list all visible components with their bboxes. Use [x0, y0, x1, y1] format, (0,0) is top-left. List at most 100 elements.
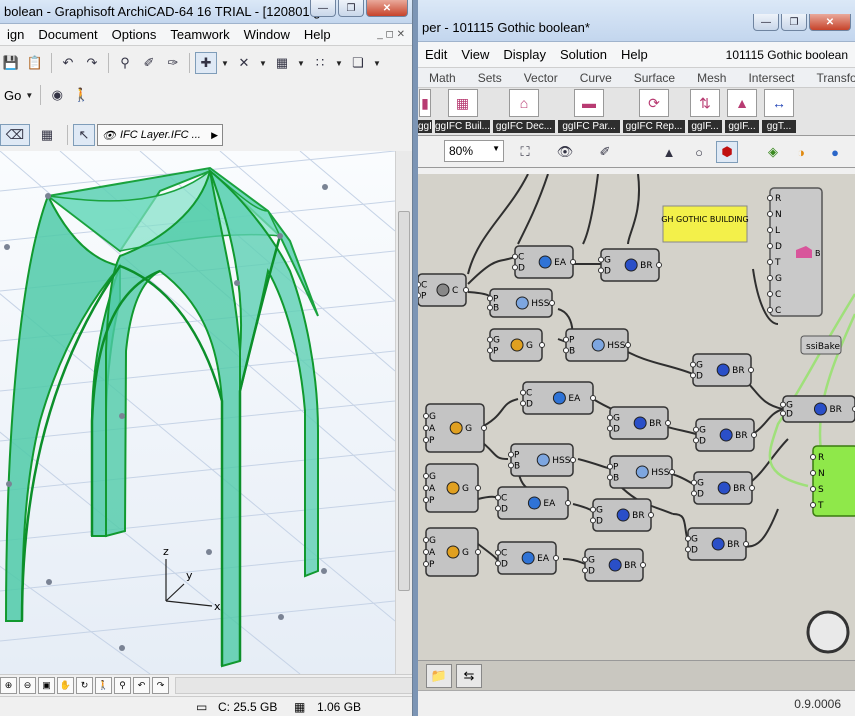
component-node[interactable]: CD EA — [495, 486, 571, 520]
input-grip[interactable] — [598, 256, 604, 263]
component-node[interactable]: CD EA — [512, 245, 576, 279]
input-grip[interactable] — [767, 307, 773, 313]
walk-icon[interactable]: 🚶 — [95, 677, 112, 694]
output-grip[interactable] — [539, 342, 545, 348]
input-grip[interactable] — [607, 425, 613, 432]
input-grip[interactable] — [693, 426, 699, 433]
input-grip[interactable] — [508, 462, 514, 469]
input-grip[interactable] — [495, 560, 501, 567]
tab-intersect[interactable]: Intersect — [737, 71, 805, 85]
output-grip[interactable] — [553, 555, 559, 561]
input-grip[interactable] — [598, 267, 604, 274]
output-grip[interactable] — [570, 259, 576, 265]
minimize-button[interactable]: — — [753, 14, 779, 31]
grasshopper-titlebar[interactable]: per - 101115 Gothic boolean* — ❐ ✕ — [418, 0, 855, 42]
component-node[interactable]: GDBR — [690, 353, 754, 387]
component-5[interactable]: ⇅ ggIF... — [688, 89, 722, 133]
component-node[interactable]: GDBR — [590, 498, 654, 532]
input-grip[interactable] — [512, 253, 518, 260]
input-grip[interactable] — [423, 561, 429, 567]
component-node[interactable]: GAPG — [423, 463, 481, 513]
input-grip[interactable] — [690, 372, 696, 379]
save-icon[interactable]: 💾 — [0, 52, 22, 74]
output-grip[interactable] — [625, 342, 631, 348]
tab-vector[interactable]: Vector — [513, 71, 569, 85]
eraser-icon[interactable]: ⌫ — [0, 124, 30, 146]
component-node[interactable]: GPG — [487, 328, 545, 362]
output-grip[interactable] — [751, 432, 757, 438]
component-replace[interactable]: ⟳ ggIFC Rep... — [623, 89, 685, 133]
input-grip[interactable] — [418, 281, 421, 288]
output-grip[interactable] — [549, 300, 555, 306]
input-grip[interactable] — [487, 304, 493, 311]
tab-transform[interactable]: Transform — [805, 71, 855, 85]
chevron-down-icon[interactable]: ▼ — [23, 84, 35, 106]
input-grip[interactable] — [767, 243, 773, 249]
component-7[interactable]: ↔ ggT... — [762, 89, 796, 133]
component-0[interactable]: ▮ ggIF... — [418, 89, 432, 133]
material-icon[interactable]: ◑ — [790, 141, 812, 163]
input-grip[interactable] — [423, 485, 429, 491]
output-grip[interactable] — [749, 485, 755, 491]
input-grip[interactable] — [563, 336, 569, 343]
close-button[interactable]: ✕ — [809, 14, 851, 31]
component-node[interactable]: GDBR — [780, 395, 855, 423]
chevron-down-icon[interactable]: ▼ — [295, 52, 307, 74]
chair-icon[interactable]: ▦ — [32, 124, 62, 146]
input-grip[interactable] — [810, 454, 816, 460]
navigator-icon[interactable]: ◉ — [46, 84, 68, 106]
input-grip[interactable] — [423, 473, 429, 479]
tab-math[interactable]: Math — [418, 71, 467, 85]
3d-viewport[interactable]: z y x — [0, 150, 396, 675]
input-grip[interactable] — [767, 195, 773, 201]
input-grip[interactable] — [607, 474, 613, 481]
output-grip[interactable] — [656, 262, 662, 268]
component-decompose[interactable]: ⌂ ggIFC Dec... — [493, 89, 555, 133]
output-grip[interactable] — [475, 549, 481, 555]
display-sphere-icon[interactable]: ● — [824, 141, 846, 163]
component-node[interactable]: GAPG — [423, 403, 487, 453]
zoom-out-icon[interactable]: ⊖ — [19, 677, 36, 694]
output-grip[interactable] — [648, 512, 654, 518]
component-node[interactable]: GDBR — [693, 418, 757, 452]
input-grip[interactable] — [691, 479, 697, 486]
component-parameter[interactable]: ▬ ggIFC Par... — [558, 89, 620, 133]
vertical-scrollbar[interactable] — [395, 151, 412, 674]
input-grip[interactable] — [423, 537, 429, 543]
input-grip[interactable] — [685, 535, 691, 542]
component-node[interactable]: CD EA — [520, 381, 596, 415]
component-node[interactable]: GDBR — [598, 248, 662, 282]
next-zoom-icon[interactable]: ↷ — [152, 677, 169, 694]
output-grip[interactable] — [475, 485, 481, 491]
goto-label[interactable]: Go — [0, 88, 21, 103]
chevron-down-icon[interactable]: ▼ — [371, 52, 383, 74]
component-node[interactable]: GDBR — [607, 406, 671, 440]
tab-surface[interactable]: Surface — [623, 71, 686, 85]
menu-display[interactable]: Display — [496, 47, 553, 62]
component-node[interactable]: GDBR — [582, 548, 646, 582]
undo-icon[interactable]: ↶ — [57, 52, 79, 74]
layer-selector[interactable]: 👁 IFC Layer.IFC ... ▶ — [97, 124, 223, 146]
layers-icon[interactable]: ❏ — [347, 52, 369, 74]
menu-help[interactable]: Help — [297, 27, 338, 42]
snap-icon[interactable]: ✚ — [195, 52, 217, 74]
tab-curve[interactable]: Curve — [569, 71, 623, 85]
input-grip[interactable] — [810, 486, 816, 492]
input-grip[interactable] — [495, 505, 501, 512]
maximize-button[interactable]: ❐ — [338, 0, 364, 17]
input-grip[interactable] — [423, 549, 429, 555]
minimize-button[interactable]: — — [310, 0, 336, 17]
wireframe-icon[interactable]: ▲ — [658, 141, 680, 163]
output-grip[interactable] — [748, 367, 754, 373]
chevron-down-icon[interactable]: ▼ — [257, 52, 269, 74]
component-node[interactable]: PB HSS — [607, 455, 675, 489]
input-grip[interactable] — [423, 425, 429, 431]
output-grip[interactable] — [590, 395, 596, 401]
menu-teamwork[interactable]: Teamwork — [163, 27, 236, 42]
chevron-down-icon[interactable]: ▼ — [219, 52, 231, 74]
input-grip[interactable] — [810, 470, 816, 476]
input-grip[interactable] — [691, 490, 697, 497]
sync-icon[interactable]: ⇆ — [456, 664, 482, 688]
input-grip[interactable] — [487, 347, 493, 354]
component-building[interactable]: ▦ ggIFC Buil... — [435, 89, 490, 133]
